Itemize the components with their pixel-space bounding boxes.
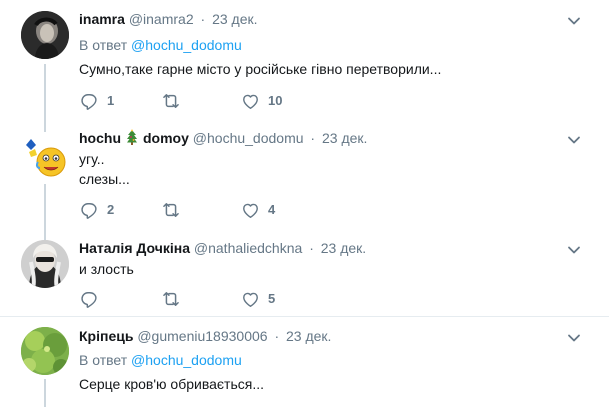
thread-line xyxy=(44,120,46,132)
reply-icon xyxy=(80,201,99,220)
reply-count: 2 xyxy=(107,202,115,217)
tweet-header: Кріпець @gumeniu18930006 · 23 дек. xyxy=(79,327,331,345)
display-name[interactable]: inamra xyxy=(79,11,125,27)
heart-icon xyxy=(241,201,260,220)
reply-prefix: В ответ xyxy=(79,352,128,368)
tweet-date[interactable]: 23 дек. xyxy=(322,130,367,146)
retweet-icon xyxy=(161,289,181,309)
tweet-header: inamra @inamra2 · 23 дек. xyxy=(79,10,258,28)
retweet-button[interactable] xyxy=(161,200,189,220)
tweet-text-line: угу.. xyxy=(79,151,105,167)
tweet-date[interactable]: 23 дек. xyxy=(321,240,366,256)
user-handle[interactable]: @nathaliedchkna xyxy=(194,240,302,256)
retweet-icon xyxy=(161,91,181,111)
tweet-text-line: и злость xyxy=(79,261,134,277)
avatar[interactable] xyxy=(21,240,69,288)
avatar[interactable] xyxy=(21,132,69,180)
user-handle[interactable]: @inamra2 xyxy=(129,11,194,27)
chevron-down-icon[interactable] xyxy=(566,242,582,258)
display-name[interactable]: Наталія Дочкіна xyxy=(79,240,190,256)
display-name-part: domoy xyxy=(143,130,189,146)
display-name[interactable]: hochu domoy xyxy=(79,129,189,146)
like-button[interactable]: 5 xyxy=(241,289,275,309)
reply-button[interactable]: 1 xyxy=(80,91,114,111)
thread-line xyxy=(44,379,46,407)
avatar[interactable] xyxy=(21,327,69,375)
tweet-header: hochu domoy @hochu_dodomu · 23 дек. xyxy=(79,129,367,147)
reply-context: В ответ @hochu_dodomu xyxy=(79,351,242,369)
chevron-down-icon[interactable] xyxy=(566,132,582,148)
tweet-text: и злость xyxy=(79,259,134,279)
separator: · xyxy=(200,11,206,27)
like-count: 4 xyxy=(268,202,276,217)
tweet-header: Наталія Дочкіна @nathaliedchkna · 23 дек… xyxy=(79,239,366,257)
tweet-text: угу.. слезы... xyxy=(79,149,130,189)
reply-icon xyxy=(80,92,99,111)
like-button[interactable]: 10 xyxy=(241,91,282,111)
like-button[interactable]: 4 xyxy=(241,200,275,220)
reply-to-link[interactable]: @hochu_dodomu xyxy=(131,37,242,53)
separator: · xyxy=(310,130,316,146)
christmas-tree-icon xyxy=(127,129,137,145)
separator: · xyxy=(309,240,314,256)
reply-button[interactable]: 2 xyxy=(80,200,114,220)
tweet-date[interactable]: 23 дек. xyxy=(286,328,331,344)
retweet-button[interactable] xyxy=(161,289,189,309)
thread-line xyxy=(44,230,46,240)
thread-line xyxy=(44,184,46,230)
like-count: 5 xyxy=(268,291,276,306)
tweet[interactable]: Кріпець @gumeniu18930006 · 23 дек. В отв… xyxy=(0,317,609,407)
reply-context: В ответ @hochu_dodomu xyxy=(79,36,242,54)
separator: · xyxy=(274,328,280,344)
chevron-down-icon[interactable] xyxy=(566,330,582,346)
heart-icon xyxy=(241,290,260,309)
reply-button[interactable] xyxy=(80,289,107,309)
thread-line xyxy=(44,64,46,120)
tweet[interactable]: inamra @inamra2 · 23 дек. В ответ @hochu… xyxy=(0,0,609,120)
retweet-icon xyxy=(161,200,181,220)
retweet-button[interactable] xyxy=(161,91,189,111)
user-handle[interactable]: @hochu_dodomu xyxy=(193,130,304,146)
display-name-part: hochu xyxy=(79,130,121,146)
reply-to-link[interactable]: @hochu_dodomu xyxy=(131,352,242,368)
like-count: 10 xyxy=(268,93,283,108)
reply-icon xyxy=(80,290,99,309)
reply-prefix: В ответ xyxy=(79,37,128,53)
avatar[interactable] xyxy=(21,11,69,59)
reply-count: 1 xyxy=(107,93,115,108)
chevron-down-icon[interactable] xyxy=(566,13,582,29)
tweet-text: Серце кров'ю обривається... xyxy=(79,374,264,394)
display-name[interactable]: Кріпець xyxy=(79,328,133,344)
heart-icon xyxy=(241,92,260,111)
tweet-text-line: Серце кров'ю обривається... xyxy=(79,376,264,392)
tweet-text: Сумно,таке гарне місто у російське гівно… xyxy=(79,59,441,79)
tweet-text-line: Сумно,таке гарне місто у російське гівно… xyxy=(79,61,442,77)
tweet-text-line: слезы... xyxy=(79,171,130,187)
tweet-date[interactable]: 23 дек. xyxy=(212,11,257,27)
user-handle[interactable]: @gumeniu18930006 xyxy=(137,328,267,344)
tweet[interactable]: Наталія Дочкіна @nathaliedchkna · 23 дек… xyxy=(0,230,609,316)
tweet[interactable]: hochu domoy @hochu_dodomu · 23 дек. угу..… xyxy=(0,120,609,230)
